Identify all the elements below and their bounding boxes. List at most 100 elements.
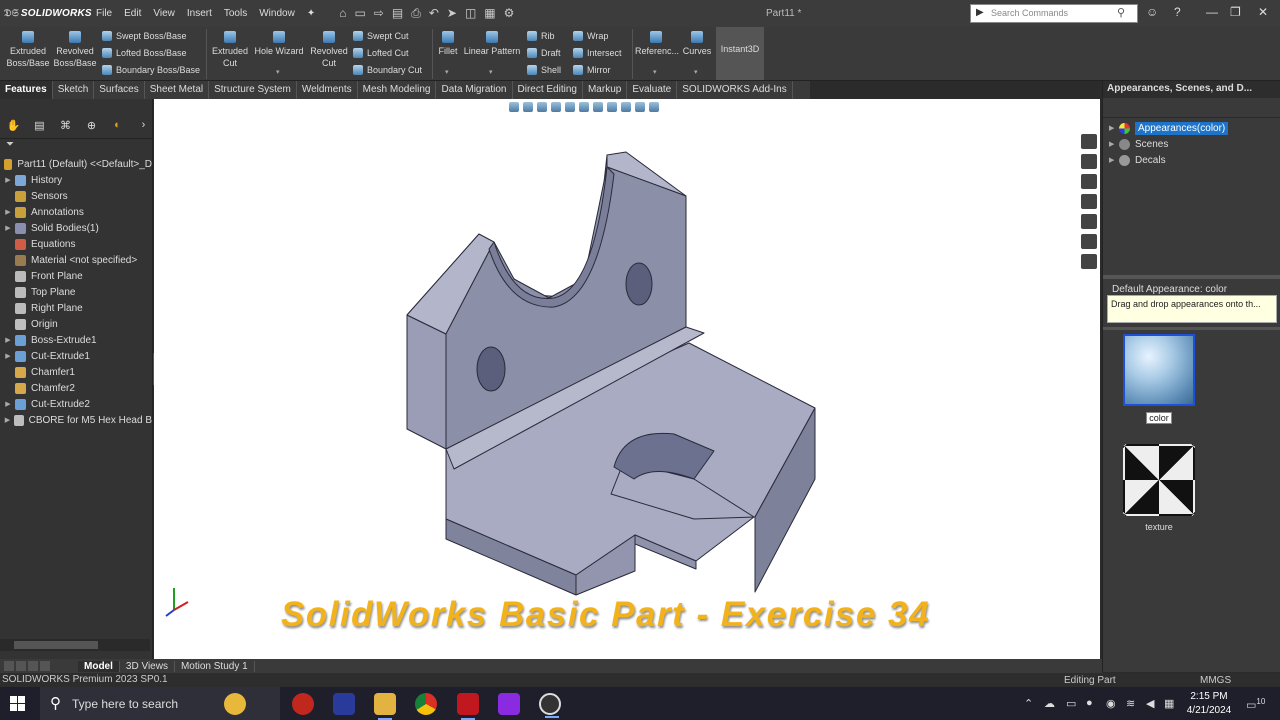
intersect-button[interactable]: Intersect — [573, 48, 622, 58]
hole-wizard-button[interactable]: Hole Wizard — [253, 31, 305, 57]
appearances-tree-item[interactable]: ▶ Decals — [1103, 152, 1280, 168]
speaker-icon[interactable]: ◀ — [1146, 697, 1154, 710]
view-palette-icon[interactable] — [1081, 214, 1097, 229]
tree-item[interactable]: ▶ History — [0, 172, 152, 188]
menu-insert[interactable]: Insert — [181, 8, 218, 19]
next-tab-icon[interactable] — [28, 661, 38, 671]
tab-3d-views[interactable]: 3D Views — [120, 660, 175, 672]
swept-cut-button[interactable]: Swept Cut — [353, 31, 409, 41]
configuration-manager-icon[interactable]: ⌘ — [57, 119, 74, 135]
curves-dropdown-icon[interactable]: ▾ — [694, 68, 698, 76]
print-icon[interactable]: ⎙ — [411, 6, 421, 21]
visual-studio-icon[interactable] — [333, 693, 355, 715]
hole-wizard-dropdown-icon[interactable]: ▾ — [276, 68, 280, 76]
tree-item[interactable]: Right Plane — [0, 300, 152, 316]
first-tab-icon[interactable] — [4, 661, 14, 671]
pane-divider[interactable] — [1103, 275, 1280, 279]
menu-edit[interactable]: Edit — [118, 8, 147, 19]
home-icon[interactable] — [1081, 154, 1097, 169]
recorder-icon[interactable] — [539, 693, 561, 718]
appearance-swatch-texture[interactable]: texture — [1123, 444, 1195, 532]
undo-icon[interactable]: ↶ — [429, 6, 439, 21]
chrome-icon[interactable] — [415, 693, 437, 715]
tree-item[interactable]: ▶ Solid Bodies(1) — [0, 220, 152, 236]
appearances-icon[interactable] — [1081, 234, 1097, 249]
draft-button[interactable]: Draft — [527, 48, 561, 58]
part-model[interactable] — [154, 99, 1100, 659]
tree-item[interactable]: Sensors — [0, 188, 152, 204]
search-commands-input[interactable]: ▶ Search Commands ⚲ — [970, 4, 1138, 23]
microphone-icon[interactable]: ● — [1086, 697, 1093, 709]
swept-boss-button[interactable]: Swept Boss/Base — [102, 31, 187, 41]
tree-item[interactable]: Chamfer2 — [0, 380, 152, 396]
keyboard-layout-icon[interactable]: ▦ — [1164, 697, 1174, 710]
expand-arrow-icon[interactable]: ▶ — [3, 416, 12, 424]
volume-icon[interactable]: ◉ — [1106, 697, 1116, 710]
tree-item[interactable]: Chamfer1 — [0, 364, 152, 380]
menu-view[interactable]: View — [147, 8, 181, 19]
pin-icon[interactable]: ✦ — [301, 8, 321, 19]
horizontal-scrollbar[interactable] — [0, 639, 150, 651]
expand-arrow-icon[interactable]: ▶ — [3, 352, 13, 360]
home-icon[interactable]: ⌂ — [339, 6, 346, 21]
tree-item[interactable]: Material <not specified> — [0, 252, 152, 268]
select-icon[interactable]: ➤ — [447, 6, 457, 21]
file-properties-icon[interactable]: ▦ — [484, 6, 495, 21]
rib-button[interactable]: Rib — [527, 31, 555, 41]
expand-arrow-icon[interactable]: ▶ — [3, 224, 13, 232]
tab-evaluate[interactable]: Evaluate — [627, 81, 678, 99]
pattern-dropdown-icon[interactable]: ▾ — [489, 68, 493, 76]
save-icon[interactable]: ▤ — [392, 6, 403, 21]
open-icon[interactable]: ⇨ — [374, 6, 384, 21]
boundary-cut-button[interactable]: Boundary Cut — [353, 65, 422, 75]
lofted-cut-button[interactable]: Lofted Cut — [353, 48, 409, 58]
solidworks-taskbar-icon[interactable] — [457, 693, 479, 720]
menu-file[interactable]: File — [90, 8, 118, 19]
property-manager-icon[interactable]: ▤ — [31, 119, 48, 135]
tab-features[interactable]: Features — [0, 81, 53, 99]
appearance-swatch-color[interactable]: color — [1123, 334, 1195, 424]
instant3d-button[interactable]: Instant3D — [716, 27, 764, 80]
prev-tab-icon[interactable] — [16, 661, 26, 671]
file-explorer-icon[interactable] — [374, 693, 396, 720]
help-icon[interactable]: ? — [1174, 5, 1181, 19]
custom-properties-icon[interactable] — [1081, 254, 1097, 269]
tree-item[interactable]: ▶ Cut-Extrude2 — [0, 396, 152, 412]
tab-model[interactable]: Model — [78, 660, 120, 672]
expand-arrow-icon[interactable]: ▶ — [3, 336, 13, 344]
tree-item[interactable]: ▶ Boss-Extrude1 — [0, 332, 152, 348]
tab-sketch[interactable]: Sketch — [53, 81, 95, 99]
appearances-tree-item[interactable]: ▶ Scenes — [1103, 136, 1280, 152]
account-icon[interactable]: ☺ — [1146, 5, 1158, 19]
scrollbar-thumb[interactable] — [14, 641, 98, 649]
expand-arrow-icon[interactable]: ▶ — [1109, 140, 1119, 148]
curves-button[interactable]: Curves — [681, 31, 713, 57]
tree-item[interactable]: Origin — [0, 316, 152, 332]
design-library-icon[interactable] — [1081, 174, 1097, 189]
expand-arrow-icon[interactable]: ▶ — [1109, 156, 1119, 164]
filter-icon[interactable]: ⏷ — [0, 139, 152, 156]
rebuild-icon[interactable]: ◫ — [465, 6, 476, 21]
tree-item[interactable]: ▶ Annotations — [0, 204, 152, 220]
show-hidden-icons[interactable]: ⌃ — [1024, 697, 1033, 710]
system-clock[interactable]: 2:15 PM 4/21/2024 — [1184, 690, 1234, 718]
tree-item[interactable]: Front Plane — [0, 268, 152, 284]
shell-button[interactable]: Shell — [527, 65, 561, 75]
fillet-dropdown-icon[interactable]: ▾ — [445, 68, 449, 76]
tab-sheet-metal[interactable]: Sheet Metal — [145, 81, 210, 99]
last-tab-icon[interactable] — [40, 661, 50, 671]
tab-motion-study[interactable]: Motion Study 1 — [175, 660, 255, 672]
mirror-button[interactable]: Mirror — [573, 65, 611, 75]
extruded-boss-button[interactable]: Extruded Boss/Base — [6, 31, 50, 69]
lofted-boss-button[interactable]: Lofted Boss/Base — [102, 48, 187, 58]
solidworks-logo[interactable]: 𝔇𝔖 SOLIDWORKS — [0, 8, 92, 19]
tab-structure-system[interactable]: Structure System — [209, 81, 297, 99]
expand-arrow-icon[interactable]: ▶ — [3, 400, 13, 408]
wrap-button[interactable]: Wrap — [573, 31, 608, 41]
expand-arrow-icon[interactable]: ▶ — [3, 208, 13, 216]
windows-start-icon[interactable] — [10, 696, 26, 712]
linear-pattern-button[interactable]: Linear Pattern — [462, 31, 522, 57]
expand-arrow-icon[interactable]: ▶ — [3, 176, 13, 184]
boundary-boss-button[interactable]: Boundary Boss/Base — [102, 65, 200, 75]
tree-item[interactable]: ▶ CBORE for M5 Hex Head B — [0, 412, 152, 428]
